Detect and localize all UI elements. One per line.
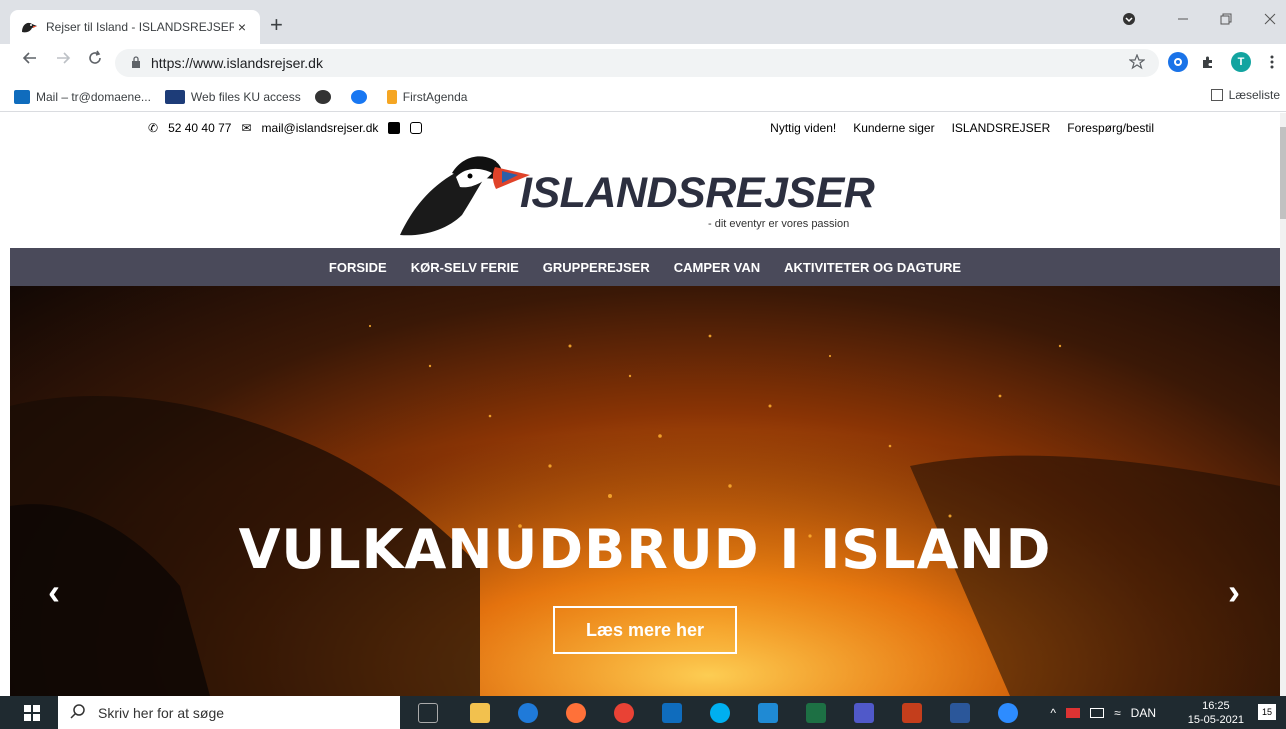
hero-slider: VULKANUDBRUD I ISLAND Læs mere her ‹ › (10, 286, 1280, 696)
zoom-icon[interactable] (998, 703, 1018, 723)
phone-number[interactable]: 52 40 40 77 (168, 121, 231, 135)
browser-tab[interactable]: Rejser til Island - ISLANDSREJSER × (10, 10, 260, 44)
bookmark-mail[interactable]: Mail – tr@domaene... (14, 89, 151, 104)
search-icon (70, 703, 86, 722)
windows-start-icon[interactable] (24, 705, 40, 726)
word-icon[interactable] (950, 703, 970, 723)
url-text: https://www.islandsrejser.dk (151, 55, 323, 71)
restore-icon[interactable] (1220, 12, 1232, 28)
bookmark-star-icon[interactable] (1128, 52, 1146, 73)
profile-avatar[interactable]: T (1231, 52, 1251, 72)
tray-app-icon[interactable] (1066, 707, 1081, 718)
contact-bar: ✆ 52 40 40 77 ✉ mail@islandsrejser.dk (148, 121, 432, 135)
bookmark-label: FirstAgenda (402, 89, 468, 104)
wifi-icon[interactable]: ≈ (1114, 706, 1121, 720)
tab-close-icon[interactable]: × (234, 19, 250, 35)
outlook-icon (14, 89, 30, 104)
taskbar-search[interactable]: Skriv her for at søge (58, 696, 400, 729)
excel-icon[interactable] (806, 703, 826, 723)
menu-icon[interactable] (1262, 52, 1282, 72)
battery-icon[interactable] (1090, 707, 1105, 718)
page-scrollbar[interactable] (1280, 113, 1286, 696)
extension-icon[interactable] (1168, 52, 1188, 72)
bookmark-facebook[interactable] (350, 89, 373, 104)
nav-islandsrejser[interactable]: ISLANDSREJSER (952, 121, 1051, 135)
logo-text: ISLANDSREJSER (520, 169, 875, 217)
tab-title: Rejser til Island - ISLANDSREJSER (46, 20, 234, 34)
clock-date: 15-05-2021 (1187, 714, 1244, 726)
firstagenda-icon (386, 89, 397, 104)
reload-icon[interactable] (87, 50, 103, 71)
lock-icon (131, 55, 141, 71)
skype-icon[interactable] (710, 703, 730, 723)
facebook-icon (350, 89, 367, 104)
search-placeholder: Skriv her for at søge (98, 704, 225, 721)
firefox-icon[interactable] (566, 703, 586, 723)
teams-icon[interactable] (854, 703, 874, 723)
outlook-icon[interactable] (662, 703, 682, 723)
clock-time: 16:25 (1202, 700, 1230, 712)
web-page: ✆ 52 40 40 77 ✉ mail@islandsrejser.dk Ny… (10, 113, 1280, 696)
nav-forside[interactable]: FORSIDE (329, 260, 387, 275)
webfiles-icon (164, 89, 185, 104)
notification-icon[interactable]: 15 (1258, 704, 1276, 720)
nav-camper-van[interactable]: CAMPER VAN (674, 260, 760, 275)
internet-explorer-icon[interactable] (518, 703, 538, 723)
read-more-button[interactable]: Læs mere her (553, 606, 737, 654)
bookmark-label: Web files KU access (190, 89, 301, 104)
new-tab-icon[interactable]: + (270, 14, 283, 36)
back-icon[interactable] (22, 50, 38, 71)
nav-koer-selv[interactable]: KØR-SELV FERIE (411, 260, 519, 275)
chevron-up-icon[interactable]: ^ (1050, 706, 1056, 720)
address-bar[interactable]: https://www.islandsrejser.dk (115, 49, 1159, 77)
bookmark-label: Mail – tr@domaene... (36, 89, 151, 104)
taskbar: Skriv her for at søge ^ ≈ DAN 16:25 15-0… (0, 696, 1286, 729)
phone-icon: ✆ (148, 121, 159, 135)
instagram-icon[interactable] (410, 122, 423, 134)
nav-forespoerg[interactable]: Forespørg/bestil (1067, 121, 1154, 135)
powerpoint-icon[interactable] (902, 703, 922, 723)
envelope-icon: ✉ (241, 121, 252, 135)
system-tray: ^ ≈ DAN (1050, 696, 1156, 729)
close-window-icon[interactable] (1264, 12, 1276, 28)
scrollbar-thumb[interactable] (1280, 127, 1286, 219)
nav-aktiviteter[interactable]: AKTIVITETER OG DAGTURE (784, 260, 961, 275)
globe-icon (314, 89, 331, 104)
chrome-icon[interactable] (614, 703, 634, 723)
reading-list-icon (1210, 89, 1223, 101)
email-link[interactable]: mail@islandsrejser.dk (262, 121, 379, 135)
puzzle-extensions-icon[interactable] (1198, 52, 1218, 72)
tab-strip: Rejser til Island - ISLANDSREJSER × + (0, 0, 1286, 44)
task-view-icon[interactable] (418, 703, 438, 723)
tagline: - dit eventyr er vores passion (708, 218, 850, 230)
hero-title: VULKANUDBRUD I ISLAND (238, 518, 1052, 581)
facebook-icon[interactable] (388, 122, 401, 134)
main-nav: FORSIDE KØR-SELV FERIE GRUPPEREJSER CAMP… (10, 248, 1280, 286)
skype-business-icon[interactable] (758, 703, 778, 723)
slider-next-icon[interactable]: › (1228, 571, 1240, 613)
puffin-favicon-icon (20, 19, 38, 35)
clock[interactable]: 16:25 15-05-2021 (1188, 699, 1244, 727)
reading-list-label: Læseliste (1228, 88, 1280, 102)
bookmark-webfiles[interactable]: Web files KU access (164, 89, 301, 104)
nav-grupperejser[interactable]: GRUPPEREJSER (543, 260, 650, 275)
bookmark-firstagenda[interactable]: FirstAgenda (386, 89, 468, 104)
file-explorer-icon[interactable] (470, 703, 490, 723)
slider-prev-icon[interactable]: ‹ (48, 571, 60, 613)
nav-kunderne-siger[interactable]: Kunderne siger (853, 121, 934, 135)
bookmarks-bar: Mail – tr@domaene... Web files KU access… (0, 82, 1286, 112)
top-nav: Nyttig viden! Kunderne siger ISLANDSREJS… (753, 121, 1154, 135)
language-indicator[interactable]: DAN (1131, 706, 1156, 720)
nav-nyttig-viden[interactable]: Nyttig viden! (770, 121, 836, 135)
minimize-icon[interactable] (1177, 12, 1189, 28)
forward-icon[interactable] (55, 50, 71, 71)
bookmark-globe[interactable] (314, 89, 337, 104)
media-icon[interactable] (1122, 12, 1136, 29)
reading-list-button[interactable]: Læseliste (1210, 88, 1280, 102)
